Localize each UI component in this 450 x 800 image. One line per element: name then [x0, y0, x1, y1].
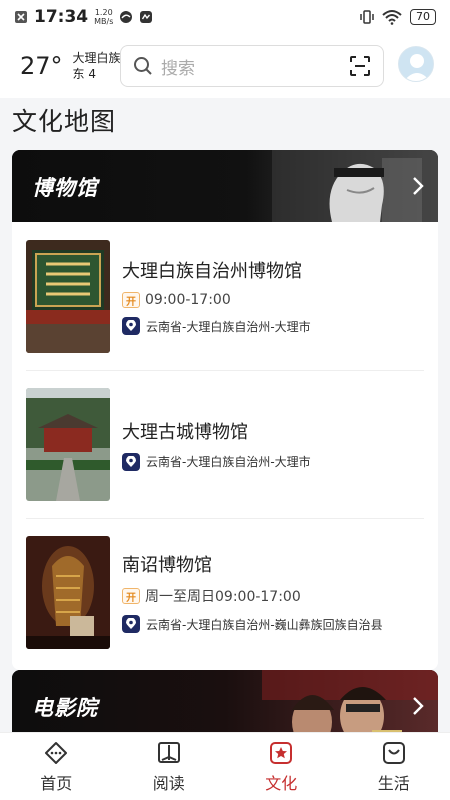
culture-star-icon — [270, 741, 293, 764]
avatar[interactable] — [398, 46, 434, 82]
scan-icon[interactable] — [349, 55, 371, 77]
page-title: 文化地图 — [12, 107, 117, 136]
museum-item[interactable]: 南诏博物馆 开 周一至周日09:00-17:00 云南省-大理白族自治州-巍山彝… — [12, 518, 438, 666]
chevron-right-icon — [413, 177, 424, 195]
museum-photo — [26, 387, 110, 501]
museum-name: 大理古城博物馆 — [122, 421, 248, 443]
vibrate-icon — [360, 10, 374, 24]
museum-photo — [26, 239, 110, 353]
main-content[interactable]: 文化地图 博物馆 大理白族自治州博物馆 开 09:00-17:00 云南省-大理… — [0, 98, 450, 732]
section-title: 博物馆 — [32, 176, 98, 200]
museum-address: 云南省-大理白族自治州-巍山彝族回族自治县 — [146, 617, 383, 632]
temperature: 27° — [20, 52, 63, 80]
app-header: 27° 大理白族自治州 东 4 搜索 — [0, 34, 450, 98]
bottom-tab-bar: 首页 阅读 文化 生活 — [0, 732, 450, 800]
museum-thumbnail — [26, 239, 110, 353]
search-placeholder: 搜索 — [161, 58, 195, 79]
wifi-icon — [382, 10, 402, 25]
section-title: 电影院 — [32, 696, 98, 720]
location-pin-icon — [122, 452, 140, 471]
tab-read[interactable]: 阅读 — [113, 733, 226, 800]
tab-label: 文化 — [265, 773, 298, 793]
chevron-right-icon — [413, 697, 424, 715]
museum-thumbnail — [26, 535, 110, 649]
book-icon — [157, 741, 180, 763]
user-avatar-icon — [404, 54, 430, 81]
tab-label: 生活 — [377, 773, 410, 793]
museum-address: 云南省-大理白族自治州-大理市 — [146, 319, 311, 334]
museum-banner[interactable]: 博物馆 — [12, 150, 438, 222]
tab-home[interactable]: 首页 — [0, 733, 113, 800]
app-notification-icon-2 — [140, 11, 153, 23]
museum-thumbnail — [26, 387, 110, 501]
museum-address: 云南省-大理白族自治州-大理市 — [146, 455, 311, 469]
tab-label: 阅读 — [152, 773, 185, 793]
museum-name: 大理白族自治州博物馆 — [122, 261, 302, 282]
clock: 17:34 — [34, 7, 89, 27]
app-notification-icon — [120, 11, 133, 23]
museum-photo — [26, 535, 110, 649]
open-badge: 开 — [122, 588, 140, 604]
museum-item[interactable]: 大理白族自治州博物馆 开 09:00-17:00 云南省-大理白族自治州-大理市 — [12, 222, 438, 370]
location-pin-icon — [122, 615, 140, 633]
tab-life[interactable]: 生活 — [338, 733, 450, 800]
cinema-banner[interactable]: 电影院 — [12, 670, 438, 732]
tab-culture[interactable]: 文化 — [225, 733, 338, 800]
network-speed: 1.20 MB/s — [94, 8, 114, 26]
opening-hours: 09:00-17:00 — [145, 292, 231, 308]
close-notification-icon — [15, 11, 27, 23]
cinema-section: 电影院 — [12, 670, 438, 732]
location-pin-icon — [122, 317, 140, 335]
search-icon — [134, 57, 152, 75]
tab-label: 首页 — [40, 773, 73, 793]
museum-name: 南诏博物馆 — [122, 555, 212, 576]
opening-hours: 周一至周日09:00-17:00 — [145, 589, 301, 605]
status-bar: 17:34 1.20 MB/s 70 — [0, 0, 450, 34]
home-icon — [45, 741, 68, 764]
bag-icon — [382, 741, 405, 764]
open-badge: 开 — [122, 292, 140, 308]
museum-section: 博物馆 大理白族自治州博物馆 开 09:00-17:00 云南省-大理白族自治州… — [12, 150, 438, 670]
search-bar[interactable]: 搜索 — [120, 45, 384, 87]
museum-item[interactable]: 大理古城博物馆 云南省-大理白族自治州-大理市 — [12, 370, 438, 518]
battery-indicator: 70 — [410, 9, 436, 25]
